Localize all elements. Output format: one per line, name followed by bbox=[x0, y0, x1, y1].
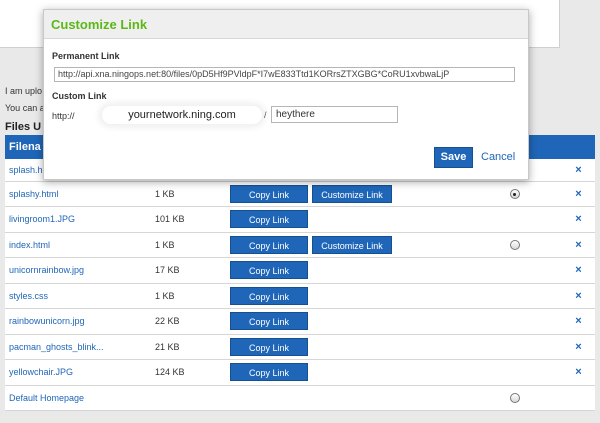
file-size: 1 KB bbox=[155, 290, 175, 301]
customize-link-button[interactable]: Customize Link bbox=[312, 184, 392, 203]
files-section-heading: Files U bbox=[5, 121, 42, 133]
delete-icon[interactable]: × bbox=[575, 341, 581, 353]
file-name-link[interactable]: splash.h bbox=[9, 165, 43, 175]
dialog-title: Customize Link bbox=[51, 17, 148, 32]
copy-link-button[interactable]: Copy Link bbox=[230, 312, 308, 331]
url-scheme-text: http:// bbox=[52, 111, 75, 121]
file-name-link[interactable]: rainbowunicorn.jpg bbox=[9, 316, 85, 326]
dialog-header: Customize Link bbox=[44, 10, 528, 39]
delete-icon[interactable]: × bbox=[575, 239, 581, 251]
file-row: livingroom1.JPG 101 KB Copy Link × bbox=[5, 206, 595, 233]
custom-link-label: Custom Link bbox=[52, 91, 107, 101]
delete-icon[interactable]: × bbox=[575, 290, 581, 302]
delete-icon[interactable]: × bbox=[575, 188, 581, 200]
copy-link-button[interactable]: Copy Link bbox=[230, 261, 308, 280]
file-row: styles.css 1 KB Copy Link × bbox=[5, 283, 595, 309]
delete-icon[interactable]: × bbox=[575, 366, 581, 378]
copy-link-button[interactable]: Copy Link bbox=[230, 184, 308, 203]
custom-path-input[interactable] bbox=[271, 106, 398, 123]
file-row: Default Homepage bbox=[5, 385, 595, 411]
file-size: 124 KB bbox=[155, 367, 185, 378]
file-name-link[interactable]: index.html bbox=[9, 240, 50, 250]
delete-icon[interactable]: × bbox=[575, 213, 581, 225]
cancel-link[interactable]: Cancel bbox=[481, 151, 515, 163]
permanent-link-field[interactable]: http://api.xna.ningops.net:80/files/0pD5… bbox=[54, 67, 515, 82]
file-size: 17 KB bbox=[155, 265, 180, 276]
copy-link-button[interactable]: Copy Link bbox=[230, 286, 308, 305]
copy-link-button[interactable]: Copy Link bbox=[230, 210, 308, 229]
file-name-link[interactable]: splashy.html bbox=[9, 189, 58, 199]
copy-link-button[interactable]: Copy Link bbox=[230, 337, 308, 356]
intro-text-line-1: I am uplo bbox=[5, 86, 43, 96]
delete-icon[interactable]: × bbox=[575, 315, 581, 327]
permanent-link-label: Permanent Link bbox=[52, 51, 120, 61]
file-row: unicornrainbow.jpg 17 KB Copy Link × bbox=[5, 257, 595, 284]
file-name-link[interactable]: styles.css bbox=[9, 291, 48, 301]
file-row: pacman_ghosts_blink... 21 KB Copy Link × bbox=[5, 334, 595, 360]
file-size: 1 KB bbox=[155, 239, 175, 250]
file-row: rainbowunicorn.jpg 22 KB Copy Link × bbox=[5, 308, 595, 335]
default-homepage-radio[interactable] bbox=[509, 189, 520, 200]
file-name-link[interactable]: pacman_ghosts_blink... bbox=[9, 342, 104, 352]
intro-text-line-2: You can a bbox=[5, 103, 45, 113]
default-homepage-radio[interactable] bbox=[509, 393, 520, 404]
customize-link-dialog: Customize Link Permanent Link http://api… bbox=[43, 9, 529, 180]
file-name-link[interactable]: livingroom1.JPG bbox=[9, 214, 75, 224]
file-row: yellowchair.JPG 124 KB Copy Link × bbox=[5, 359, 595, 386]
file-size: 1 KB bbox=[155, 188, 175, 199]
delete-icon[interactable]: × bbox=[575, 264, 581, 276]
file-row: splashy.html 1 KB Copy Link Customize Link × bbox=[5, 181, 595, 207]
file-name-link[interactable]: unicornrainbow.jpg bbox=[9, 265, 84, 275]
file-row: index.html 1 KB Copy Link Customize Link × bbox=[5, 232, 595, 258]
copy-link-button[interactable]: Copy Link bbox=[230, 235, 308, 254]
url-slash-text: / bbox=[264, 110, 267, 120]
save-button[interactable]: Save bbox=[434, 147, 473, 168]
network-domain-text: yournetwork.ning.com bbox=[102, 106, 262, 124]
file-name-link[interactable]: yellowchair.JPG bbox=[9, 367, 73, 377]
file-size: 101 KB bbox=[155, 214, 185, 225]
file-size: 21 KB bbox=[155, 341, 180, 352]
file-size: 22 KB bbox=[155, 316, 180, 327]
copy-link-button[interactable]: Copy Link bbox=[230, 363, 308, 382]
customize-link-button[interactable]: Customize Link bbox=[312, 235, 392, 254]
delete-icon[interactable]: × bbox=[575, 164, 581, 176]
file-name-link[interactable]: Default Homepage bbox=[9, 393, 84, 403]
default-homepage-radio[interactable] bbox=[509, 240, 520, 251]
